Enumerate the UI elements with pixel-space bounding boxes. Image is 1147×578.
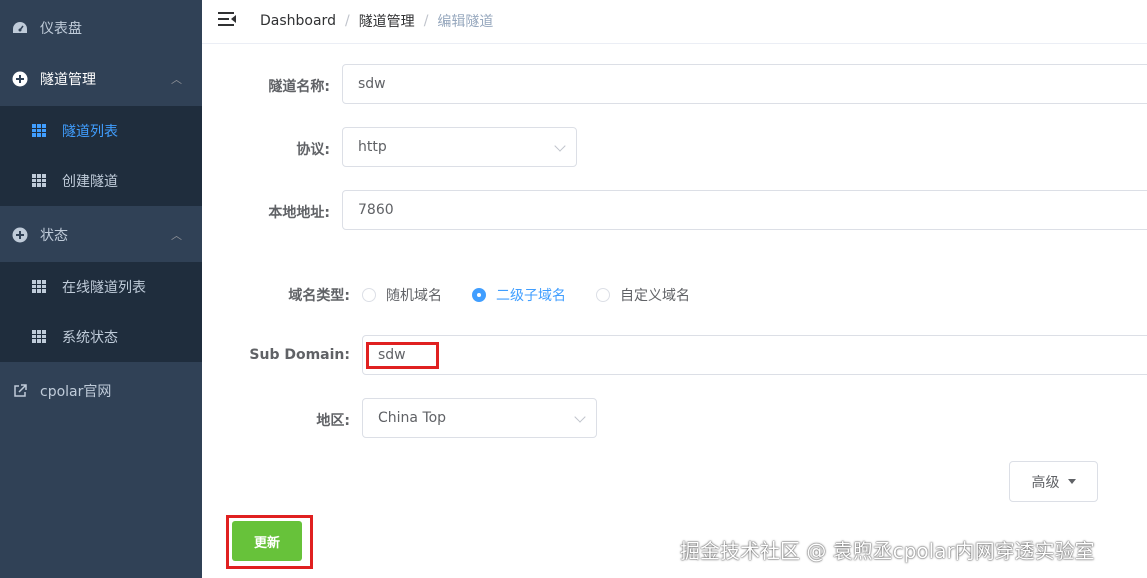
protocol-value: http: [358, 139, 387, 155]
sub-domain-label: Sub Domain:: [249, 347, 350, 363]
tunnel-name-value: sdw: [358, 76, 386, 92]
hamburger-menu-icon[interactable]: [218, 11, 236, 27]
caret-down-icon: [1067, 479, 1076, 484]
chevron-up-icon: ︿: [171, 229, 182, 242]
breadcrumb-separator: /: [344, 13, 350, 29]
sidebar-item-label: 仪表盘: [40, 21, 82, 37]
region-value: China Top: [378, 410, 447, 426]
grid-icon: [32, 280, 46, 294]
local-address-label: 本地地址:: [268, 205, 330, 221]
dashboard-icon: [12, 20, 28, 36]
sidebar-item-cpolar-site[interactable]: cpolar官网: [0, 363, 202, 419]
breadcrumb-dashboard[interactable]: Dashboard: [260, 13, 336, 29]
protocol-select[interactable]: http: [342, 127, 577, 167]
breadcrumb-separator: /: [423, 13, 429, 29]
local-address-input[interactable]: 7860: [342, 190, 1147, 230]
tunnel-name-label: 隧道名称:: [268, 79, 330, 95]
sidebar-item-label: 创建隧道: [62, 174, 118, 190]
plus-circle-icon: [12, 227, 28, 243]
sub-domain-input[interactable]: sdw: [362, 335, 1147, 375]
chevron-down-icon: [574, 411, 586, 423]
radio-custom-domain[interactable]: 自定义域名: [596, 285, 690, 305]
sidebar-item-label: 隧道列表: [62, 124, 118, 140]
radio-label: 二级子域名: [496, 288, 566, 304]
radio-label: 自定义域名: [620, 288, 690, 304]
radio-subdomain[interactable]: 二级子域名: [472, 285, 566, 305]
navbar: Dashboard / 隧道管理 / 编辑隧道: [202, 0, 1147, 44]
watermark: 掘金技术社区 @ 袁煦丞cpolar内网穿透实验室: [680, 539, 1095, 563]
radio-random-domain[interactable]: 随机域名: [362, 285, 442, 305]
breadcrumb-tunnel-management[interactable]: 隧道管理: [359, 11, 415, 31]
highlight-box: [366, 342, 439, 369]
grid-icon: [32, 124, 46, 138]
sidebar: 仪表盘 隧道管理 ︿ 隧道列表 创建隧道 状态 ︿ 在线隧道列表 系统状态 cp…: [0, 0, 202, 578]
sidebar-item-dashboard[interactable]: 仪表盘: [0, 0, 202, 56]
sidebar-item-status[interactable]: 状态 ︿: [0, 207, 202, 263]
chevron-up-icon: ︿: [171, 73, 182, 86]
sidebar-item-label: 系统状态: [62, 330, 118, 346]
grid-icon: [32, 174, 46, 188]
radio-circle: [362, 288, 376, 302]
submenu-status: 在线隧道列表 系统状态: [0, 262, 202, 362]
sidebar-item-online-tunnels[interactable]: 在线隧道列表: [0, 262, 202, 312]
update-button-label: 更新: [253, 535, 280, 551]
plus-circle-icon: [12, 71, 28, 87]
radio-circle: [472, 288, 486, 302]
chevron-down-icon: [554, 140, 566, 152]
breadcrumb: Dashboard / 隧道管理 / 编辑隧道: [260, 11, 493, 31]
region-select[interactable]: China Top: [362, 398, 597, 438]
sidebar-item-create-tunnel[interactable]: 创建隧道: [0, 156, 202, 206]
sidebar-item-label: cpolar官网: [40, 384, 112, 400]
sidebar-item-label: 隧道管理: [40, 72, 96, 88]
sidebar-item-label: 在线隧道列表: [62, 280, 146, 296]
sidebar-item-tunnel-management[interactable]: 隧道管理 ︿: [0, 51, 202, 107]
advanced-button[interactable]: 高级: [1009, 461, 1098, 502]
external-link-icon: [12, 383, 28, 399]
breadcrumb-edit-tunnel: 编辑隧道: [437, 14, 494, 30]
sidebar-item-label: 状态: [40, 228, 68, 244]
update-button[interactable]: 更新: [232, 521, 302, 561]
radio-label: 随机域名: [386, 288, 442, 304]
grid-icon: [32, 330, 46, 344]
domain-type-label: 域名类型:: [288, 288, 350, 304]
local-address-value: 7860: [358, 202, 394, 218]
sidebar-item-tunnel-list[interactable]: 隧道列表: [0, 106, 202, 156]
radio-circle: [596, 288, 610, 302]
tunnel-name-input[interactable]: sdw: [342, 64, 1147, 104]
submenu-tunnel-management: 隧道列表 创建隧道: [0, 106, 202, 206]
protocol-label: 协议:: [296, 142, 330, 158]
sidebar-item-system-status[interactable]: 系统状态: [0, 312, 202, 362]
advanced-button-label: 高级: [1031, 474, 1060, 491]
region-label: 地区:: [316, 413, 350, 429]
